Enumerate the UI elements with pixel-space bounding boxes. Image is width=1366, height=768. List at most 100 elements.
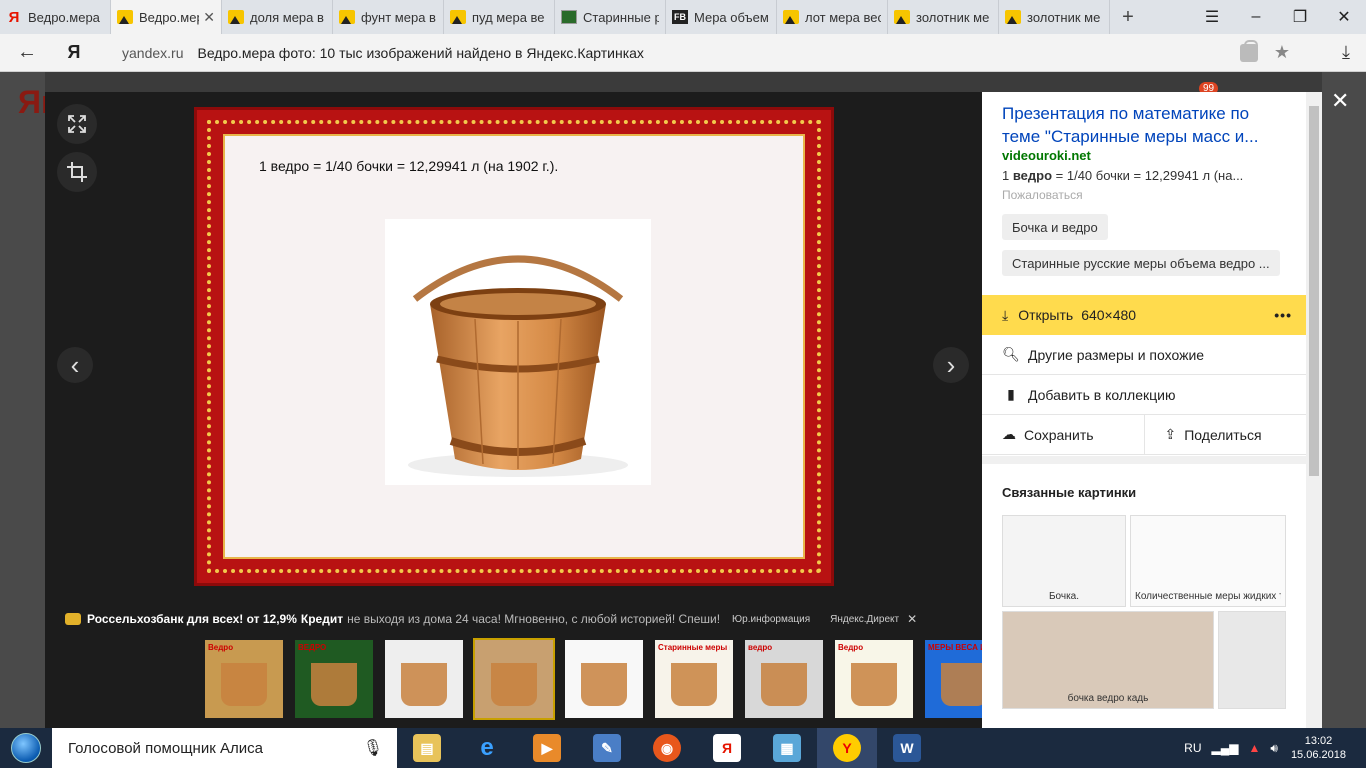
taskbar-word[interactable]: W — [877, 728, 937, 768]
share-button[interactable]: ⇪ Поделиться — [1143, 415, 1307, 454]
slide-caption: 1 ведро = 1/40 бочки = 12,29941 л (на 19… — [259, 158, 559, 174]
taskbar-yandex-browser[interactable]: Я — [697, 728, 757, 768]
related-image-label: Количественные меры жидких тел — [1135, 591, 1281, 602]
taskbar-firefox[interactable]: ◉ — [637, 728, 697, 768]
thumbnail-image: Ведро — [205, 640, 283, 718]
yandex-logo[interactable]: Я — [54, 42, 94, 63]
thumbnail[interactable]: Ведро — [203, 638, 285, 720]
tag-chip[interactable]: Бочка и ведро — [1002, 214, 1108, 240]
download-icon[interactable]: ⤓ — [1326, 42, 1366, 63]
close-viewer-icon[interactable]: ✕ — [1331, 88, 1349, 114]
tab-9[interactable]: золотник ме — [999, 0, 1110, 34]
scrollbar-thumb[interactable] — [1309, 106, 1319, 476]
thumbnail[interactable] — [473, 638, 555, 720]
warning-icon[interactable]: ▲ — [1248, 741, 1260, 755]
taskbar-media[interactable]: ▶ — [517, 728, 577, 768]
related-image[interactable]: бочка ведро кадь — [1002, 611, 1214, 709]
taskbar-control-panel[interactable]: ▦ — [757, 728, 817, 768]
microphone-icon[interactable]: 🎙︎ — [363, 738, 383, 758]
related-image[interactable] — [1218, 611, 1286, 709]
thumbnail[interactable] — [563, 638, 645, 720]
search-image-icon: 🔍︎ — [1002, 346, 1020, 362]
thumbnail-image: ведро — [745, 640, 823, 718]
slide-paper: 1 ведро = 1/40 бочки = 12,29941 л (на 19… — [223, 134, 805, 559]
ad-close-icon[interactable]: ✕ — [907, 612, 917, 626]
bucket-icon — [490, 663, 538, 707]
taskbar-yandex[interactable]: Y — [817, 728, 877, 768]
next-image-button[interactable]: › — [933, 347, 969, 383]
thumbnail-image — [565, 640, 643, 718]
related-image[interactable]: Количественные меры жидких тел — [1130, 515, 1286, 607]
green-favicon-icon — [561, 10, 577, 24]
related-image-label: Бочка. — [1048, 591, 1080, 602]
taskbar-paint[interactable]: ✎ — [577, 728, 637, 768]
ad-legal-link[interactable]: Юр.информация — [732, 614, 810, 625]
volume-icon[interactable]: 🔊︎ — [1270, 741, 1278, 756]
tab-label: Ведро.мера — [28, 9, 100, 25]
taskbar-explorer[interactable]: ▤ — [397, 728, 457, 768]
crop-button[interactable] — [57, 152, 97, 192]
thumbnail[interactable]: МЕРЫ ВЕСА И ОБЪЕМ — [923, 638, 982, 720]
address-bar: ← Я yandex.ru Ведро.мера фото: 10 тыс из… — [0, 34, 1366, 72]
thumbnail[interactable]: ведро — [743, 638, 825, 720]
menu-icon[interactable]: ☰ — [1190, 0, 1234, 34]
tag-chip[interactable]: Старинные русские меры объема ведро ... — [1002, 250, 1280, 276]
url-field[interactable]: yandex.ru Ведро.мера фото: 10 тыс изобра… — [94, 39, 1240, 67]
thumbnail-label: МЕРЫ ВЕСА И ОБЪЕМ — [928, 643, 982, 652]
tab-8[interactable]: золотник ме — [888, 0, 999, 34]
snippet-bold: ведро — [1012, 168, 1053, 183]
new-tab-button[interactable]: + — [1110, 0, 1146, 34]
tab-6[interactable]: FB Мера объем — [666, 0, 777, 34]
back-button[interactable]: ← — [0, 41, 54, 64]
open-image-button[interactable]: ⤓ Открыть 640×480 ••• — [982, 295, 1306, 335]
tab-2[interactable]: доля мера в — [222, 0, 333, 34]
language-indicator[interactable]: RU — [1184, 741, 1201, 755]
bookmark-star-icon[interactable]: ★ — [1274, 42, 1290, 63]
windows-orb-icon — [11, 733, 41, 763]
thumbnail[interactable]: Ведро — [833, 638, 915, 720]
save-button[interactable]: ☁ Сохранить — [982, 415, 1144, 454]
bucket-icon — [760, 663, 808, 707]
ad-product: Кредит — [300, 612, 344, 626]
related-image[interactable]: Бочка. — [1002, 515, 1126, 607]
similar-images-button[interactable]: 🔍︎ Другие размеры и похожие — [982, 335, 1306, 375]
restore-button[interactable]: ❐ — [1278, 0, 1322, 34]
ad-banner[interactable]: Россельхозбанк для всех! от 12,9% Кредит… — [65, 609, 965, 629]
tab-3[interactable]: фунт мера в — [333, 0, 444, 34]
start-button[interactable] — [0, 728, 52, 768]
source-title-link[interactable]: Презентация по математике по теме "Стари… — [1002, 102, 1292, 148]
tab-close-icon[interactable]: ✕ — [203, 9, 215, 26]
tab-1[interactable]: Ведро.мер ✕ — [111, 0, 222, 34]
share-label: Поделиться — [1184, 426, 1262, 443]
snippet-rest: = 1/40 бочки = 12,29941 л (на... — [1052, 168, 1244, 183]
taskbar-ie[interactable]: e — [457, 728, 517, 768]
thumbnail[interactable]: Старинные меры измерения объема ВЕДРО — [653, 638, 735, 720]
expand-icon — [68, 115, 86, 133]
tab-0[interactable]: Я Ведро.мера — [0, 0, 111, 34]
url-domain: yandex.ru — [122, 44, 184, 61]
share-icon: ⇪ — [1164, 426, 1177, 442]
previous-image-button[interactable]: ‹ — [57, 347, 93, 383]
word-icon: W — [893, 734, 921, 762]
main-image[interactable]: 1 ведро = 1/40 бочки = 12,29941 л (на 19… — [194, 107, 834, 586]
related-image-label: бочка ведро кадь — [1067, 693, 1149, 704]
source-site-link[interactable]: videouroki.net — [1002, 148, 1091, 163]
thumbnail[interactable]: ВЕДРО — [293, 638, 375, 720]
tab-7[interactable]: лот мера вес — [777, 0, 888, 34]
network-icon[interactable]: ▂▄▆ — [1212, 741, 1239, 755]
more-options-button[interactable]: ••• — [1274, 307, 1292, 323]
fullscreen-button[interactable] — [57, 104, 97, 144]
close-window-button[interactable]: ✕ — [1322, 0, 1366, 34]
panel-scrollbar[interactable] — [1306, 92, 1322, 728]
panel-divider — [982, 456, 1306, 464]
lock-icon[interactable] — [1239, 39, 1258, 62]
tab-4[interactable]: пуд мера ве — [444, 0, 555, 34]
taskbar-search[interactable]: Голосовой помощник Алиса 🎙︎ — [52, 728, 397, 768]
thumbnail[interactable] — [383, 638, 465, 720]
complain-link[interactable]: Пожаловаться — [1002, 188, 1083, 202]
add-to-collection-button[interactable]: ▮ Добавить в коллекцию — [982, 375, 1306, 415]
tab-5[interactable]: Старинные р — [555, 0, 666, 34]
thumbnail-label: Старинные меры измерения объема ВЕДРО — [658, 643, 730, 652]
clock[interactable]: 13:02 15.06.2018 — [1291, 734, 1346, 762]
minimize-button[interactable]: – — [1234, 0, 1278, 34]
